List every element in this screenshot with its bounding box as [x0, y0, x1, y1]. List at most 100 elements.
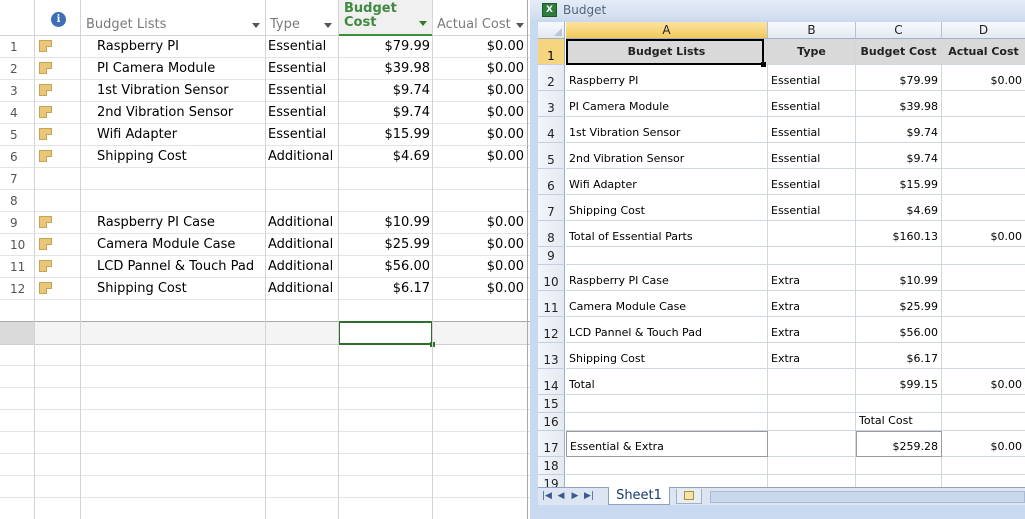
cell-a15[interactable]	[566, 395, 768, 413]
cell-a2[interactable]: Raspberry PI	[566, 65, 768, 91]
cell-c10[interactable]: $10.99	[856, 265, 942, 291]
chevron-down-icon[interactable]	[516, 23, 524, 28]
cell-c14[interactable]: $99.15	[856, 369, 942, 395]
row-header[interactable]: 15	[538, 395, 565, 413]
next-sheet-button[interactable]: ▶	[570, 491, 580, 502]
cell-budget-cost[interactable]: $25.99	[340, 234, 431, 256]
row-number[interactable]: 5	[0, 124, 34, 146]
cell-b2[interactable]: Essential	[768, 65, 856, 91]
cell-budget-list[interactable]: 1st Vibration Sensor	[97, 80, 229, 102]
cell-b8[interactable]	[768, 221, 856, 247]
row-number[interactable]: 4	[0, 102, 34, 124]
cell-d10[interactable]	[942, 265, 1025, 291]
cell-c6[interactable]: $15.99	[856, 169, 942, 195]
cell-a17[interactable]: Essential & Extra	[566, 431, 768, 457]
row-header[interactable]: 10	[538, 265, 565, 291]
cell-a12[interactable]: LCD Pannel & Touch Pad	[566, 317, 768, 343]
row-number[interactable]: 1	[0, 36, 34, 58]
column-header-budget-lists[interactable]: Budget Lists	[86, 0, 266, 36]
note-icon[interactable]	[39, 106, 52, 118]
cell-d6[interactable]	[942, 169, 1025, 195]
cell-c7[interactable]: $4.69	[856, 195, 942, 221]
cell-d17[interactable]: $0.00	[942, 431, 1025, 457]
spreadsheet-grid[interactable]: A B C D 1 Budget Lists Type Budget Cost Actual C…	[538, 22, 1025, 487]
cell-d15[interactable]	[942, 395, 1025, 413]
cell-b12[interactable]: Extra	[768, 317, 856, 343]
cell-a11[interactable]: Camera Module Case	[566, 291, 768, 317]
row-header[interactable]: 9	[538, 247, 565, 265]
row-header[interactable]: 14	[538, 369, 565, 395]
cell-a13[interactable]: Shipping Cost	[566, 343, 768, 369]
cell-c19[interactable]	[856, 475, 942, 487]
cell-type[interactable]: Additional	[268, 256, 333, 278]
column-header-budget-cost[interactable]: Budget Cost	[339, 0, 433, 36]
cell-type[interactable]: Additional	[268, 278, 333, 300]
cell-b9[interactable]	[768, 247, 856, 265]
cell-actual-cost[interactable]: $0.00	[434, 80, 524, 102]
column-header-d[interactable]: D	[942, 22, 1025, 39]
note-icon[interactable]	[39, 62, 52, 74]
column-header-actual-cost[interactable]: Actual Cost	[437, 0, 530, 36]
row-header[interactable]: 17	[538, 431, 565, 457]
cell-actual-cost[interactable]: $0.00	[434, 36, 524, 58]
cell-a4[interactable]: 1st Vibration Sensor	[566, 117, 768, 143]
row-number[interactable]: 2	[0, 58, 34, 80]
row-number[interactable]: 11	[0, 256, 34, 278]
row-header[interactable]: 2	[538, 65, 565, 91]
cell-c17[interactable]: $259.28	[856, 431, 942, 457]
note-icon[interactable]	[39, 282, 52, 294]
row-header[interactable]: 19	[538, 475, 565, 487]
chevron-down-icon[interactable]	[419, 21, 427, 26]
cell-c4[interactable]: $9.74	[856, 117, 942, 143]
note-icon[interactable]	[39, 84, 52, 96]
cell-budget-list[interactable]: Shipping Cost	[97, 146, 187, 168]
cell-a19[interactable]	[566, 475, 768, 487]
cell-c11[interactable]: $25.99	[856, 291, 942, 317]
pane-splitter[interactable]	[527, 0, 528, 519]
cell-b18[interactable]	[768, 457, 856, 475]
cell-c8[interactable]: $160.13	[856, 221, 942, 247]
cell-actual-cost[interactable]	[434, 168, 524, 190]
cell-actual-cost[interactable]: $0.00	[434, 58, 524, 80]
cell-actual-cost[interactable]: $0.00	[434, 256, 524, 278]
cell-c5[interactable]: $9.74	[856, 143, 942, 169]
note-icon[interactable]	[39, 150, 52, 162]
row-number[interactable]: 9	[0, 212, 34, 234]
cell-c12[interactable]: $56.00	[856, 317, 942, 343]
cell-d19[interactable]	[942, 475, 1025, 487]
row-header[interactable]: 6	[538, 169, 565, 195]
cell-budget-list[interactable]: Camera Module Case	[97, 234, 235, 256]
row-number[interactable]: 6	[0, 146, 34, 168]
row-header[interactable]: 16	[538, 413, 565, 431]
note-icon[interactable]	[39, 216, 52, 228]
row-number[interactable]: 12	[0, 278, 34, 300]
header-cell-a[interactable]: Budget Lists	[566, 39, 768, 65]
row-header[interactable]: 7	[538, 195, 565, 221]
cell-a6[interactable]: Wifi Adapter	[566, 169, 768, 195]
cell-a10[interactable]: Raspberry PI Case	[566, 265, 768, 291]
cell-d4[interactable]	[942, 117, 1025, 143]
cell-d5[interactable]	[942, 143, 1025, 169]
header-cell-c[interactable]: Budget Cost	[856, 39, 942, 65]
cell-a9[interactable]	[566, 247, 768, 265]
row-header[interactable]: 5	[538, 143, 565, 169]
row-header[interactable]: 8	[538, 221, 565, 247]
cell-budget-list[interactable]: Shipping Cost	[97, 278, 187, 300]
note-icon[interactable]	[39, 238, 52, 250]
row-number[interactable]	[0, 322, 34, 344]
cell-c2[interactable]: $79.99	[856, 65, 942, 91]
cell-budget-list[interactable]: LCD Pannel & Touch Pad	[97, 256, 254, 278]
column-header-type[interactable]: Type	[270, 0, 338, 36]
cell-b16[interactable]	[768, 413, 856, 431]
note-icon[interactable]	[39, 260, 52, 272]
sheet-tab[interactable]: Sheet1	[608, 487, 670, 505]
cell-a16[interactable]	[566, 413, 768, 431]
cell-actual-cost[interactable]: $0.00	[434, 102, 524, 124]
row-header[interactable]: 12	[538, 317, 565, 343]
cell-d3[interactable]	[942, 91, 1025, 117]
window-title-bar[interactable]: X Budget	[530, 0, 1025, 20]
row-header[interactable]: 1	[538, 39, 565, 65]
cell-budget-list[interactable]: Wifi Adapter	[97, 124, 177, 146]
cell-a8[interactable]: Total of Essential Parts	[566, 221, 768, 247]
cell-a3[interactable]: PI Camera Module	[566, 91, 768, 117]
